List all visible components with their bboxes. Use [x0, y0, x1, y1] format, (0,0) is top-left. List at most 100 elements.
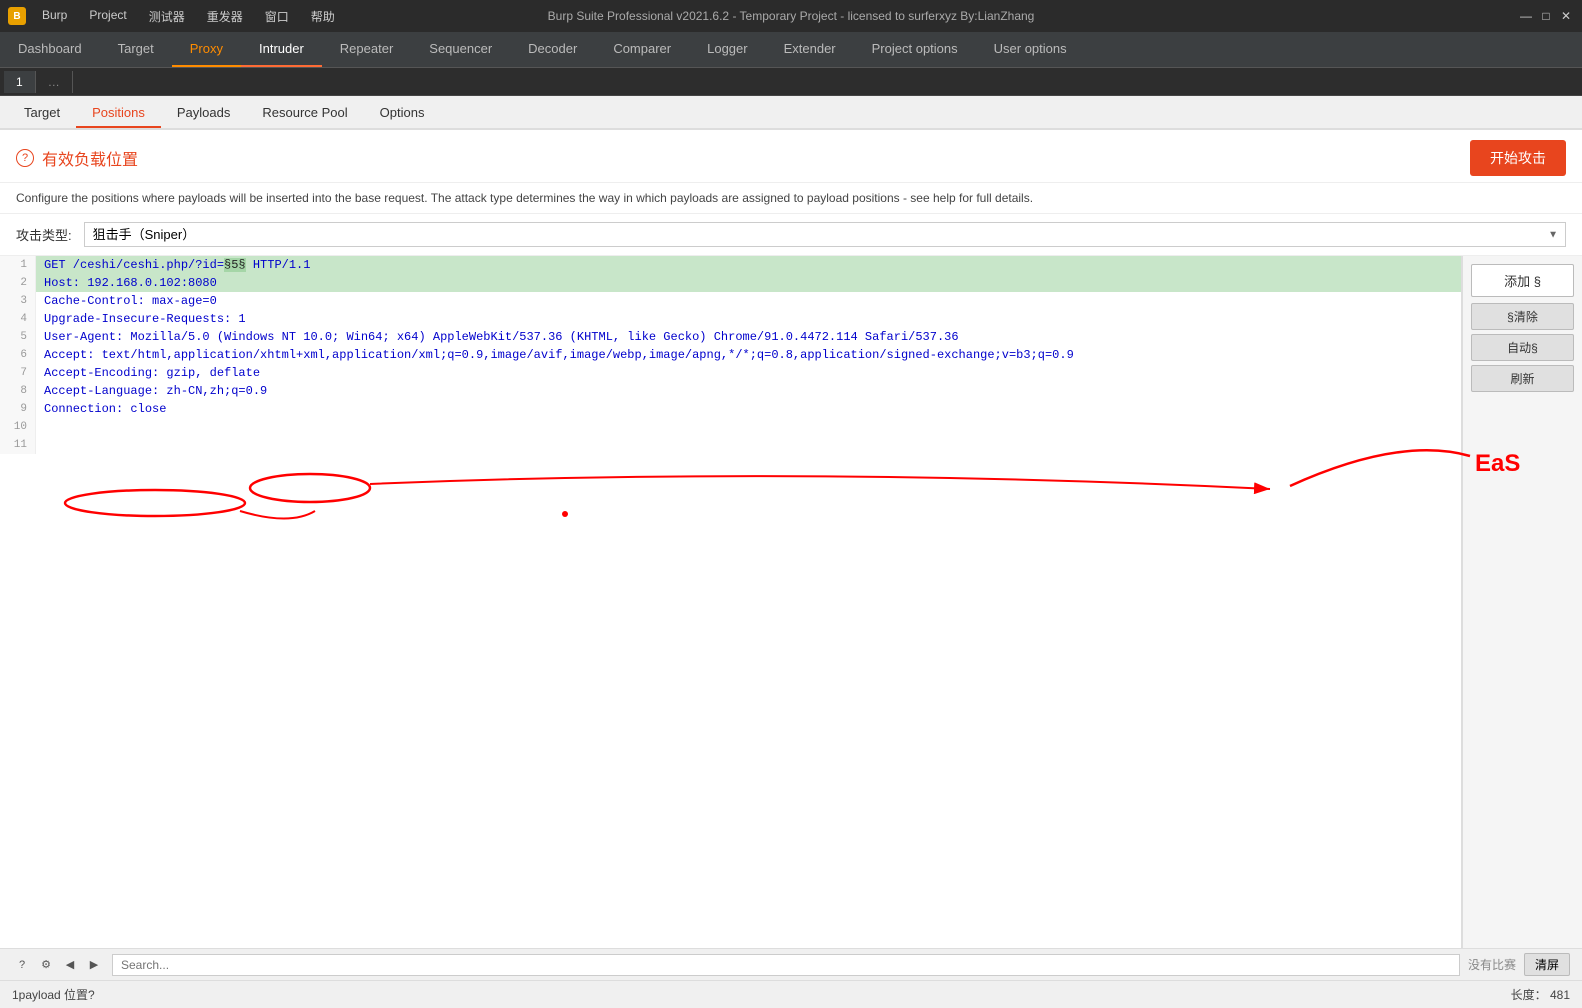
line-content — [36, 436, 1461, 454]
line-content: Connection: close — [36, 400, 1461, 418]
page-title: 有效负载位置 — [42, 146, 138, 170]
nav-user-options[interactable]: User options — [976, 32, 1085, 67]
line-content: Upgrade-Insecure-Requests: 1 — [36, 310, 1461, 328]
minimize-button[interactable]: — — [1518, 8, 1534, 24]
attack-type-select[interactable]: 狙击手（Sniper）攻城槌（Battering Ram）音叉（Pitchfor… — [84, 222, 1566, 247]
right-panel: 添加 § §清除 自动§ 刷新 — [1462, 256, 1582, 948]
auto-payload-button[interactable]: 自动§ — [1471, 334, 1574, 361]
nav-logger[interactable]: Logger — [689, 32, 765, 67]
payload-marker: §5§ — [224, 258, 246, 272]
line-content: GET /ceshi/ceshi.php/?id=§5§ HTTP/1.1 — [36, 256, 1461, 274]
start-attack-button[interactable]: 开始攻击 — [1470, 140, 1566, 176]
line-row: 7Accept-Encoding: gzip, deflate — [0, 364, 1461, 382]
line-number: 2 — [0, 274, 36, 292]
titlebar: B Burp Project 测试器 重发器 窗口 帮助 Burp Suite … — [0, 0, 1582, 32]
line-row: 9Connection: close — [0, 400, 1461, 418]
maximize-button[interactable]: □ — [1538, 8, 1554, 24]
length-info: 长度： 481 — [1511, 986, 1570, 1003]
line-row: 2Host: 192.168.0.102:8080 — [0, 274, 1461, 292]
line-number: 7 — [0, 364, 36, 382]
subtab-resource-pool[interactable]: Resource Pool — [246, 99, 363, 128]
nav-dashboard[interactable]: Dashboard — [0, 32, 100, 67]
length-label: 长度： — [1511, 988, 1547, 1002]
intruder-tab-dots[interactable]: … — [36, 71, 73, 93]
menu-test[interactable]: 测试器 — [139, 6, 195, 27]
menu-window[interactable]: 窗口 — [255, 6, 299, 27]
page-header: ? 有效负载位置 开始攻击 — [0, 130, 1582, 183]
clear-payload-button[interactable]: §清除 — [1471, 303, 1574, 330]
line-content — [36, 418, 1461, 436]
attack-type-label: 攻击类型: — [16, 225, 72, 244]
subtab-options[interactable]: Options — [364, 99, 441, 128]
nav-target[interactable]: Target — [100, 32, 172, 67]
line-number: 11 — [0, 436, 36, 454]
length-value: 481 — [1550, 988, 1570, 1002]
info-bar: 1payload 位置? 长度： 481 — [0, 980, 1582, 1008]
intruder-tab-1[interactable]: 1 — [4, 71, 36, 93]
subtab-target[interactable]: Target — [8, 99, 76, 128]
forward-icon[interactable]: ▶ — [84, 955, 104, 975]
line-number: 10 — [0, 418, 36, 436]
line-number: 3 — [0, 292, 36, 310]
close-button[interactable]: ✕ — [1558, 8, 1574, 24]
line-content: Accept-Language: zh-CN,zh;q=0.9 — [36, 382, 1461, 400]
line-content: User-Agent: Mozilla/5.0 (Windows NT 10.0… — [36, 328, 1461, 346]
nav-extender[interactable]: Extender — [766, 32, 854, 67]
line-number: 1 — [0, 256, 36, 274]
line-content: Cache-Control: max-age=0 — [36, 292, 1461, 310]
status-icons: ? ⚙ ◀ ▶ — [12, 955, 104, 975]
status-bar: ? ⚙ ◀ ▶ 没有比赛 清屏 — [0, 948, 1582, 980]
window-title: Burp Suite Professional v2021.6.2 - Temp… — [548, 9, 1035, 23]
request-editor[interactable]: 1GET /ceshi/ceshi.php/?id=§5§ HTTP/1.12H… — [0, 256, 1462, 948]
line-row: 6Accept: text/html,application/xhtml+xml… — [0, 346, 1461, 364]
window-controls: — □ ✕ — [1518, 8, 1574, 24]
line-content: Host: 192.168.0.102:8080 — [36, 274, 1461, 292]
line-number: 6 — [0, 346, 36, 364]
menu-help[interactable]: 帮助 — [301, 6, 345, 27]
line-number: 9 — [0, 400, 36, 418]
line-row: 1GET /ceshi/ceshi.php/?id=§5§ HTTP/1.1 — [0, 256, 1461, 274]
line-row: 5User-Agent: Mozilla/5.0 (Windows NT 10.… — [0, 328, 1461, 346]
no-match-label: 没有比赛 — [1468, 956, 1516, 973]
search-input[interactable] — [112, 954, 1460, 976]
main-navigation: Dashboard Target Proxy Intruder Repeater… — [0, 32, 1582, 68]
nav-decoder[interactable]: Decoder — [510, 32, 595, 67]
nav-project-options[interactable]: Project options — [854, 32, 976, 67]
line-row: 3Cache-Control: max-age=0 — [0, 292, 1461, 310]
intruder-tab-bar: 1 … — [0, 68, 1582, 96]
refresh-button[interactable]: 刷新 — [1471, 365, 1574, 392]
attack-type-row: 攻击类型: 狙击手（Sniper）攻城槌（Battering Ram）音叉（Pi… — [0, 214, 1582, 256]
sub-navigation: Target Positions Payloads Resource Pool … — [0, 96, 1582, 130]
menu-burp[interactable]: Burp — [32, 6, 77, 27]
main-content: ? 有效负载位置 开始攻击 Configure the positions wh… — [0, 130, 1582, 948]
line-number: 4 — [0, 310, 36, 328]
line-row: 8Accept-Language: zh-CN,zh;q=0.9 — [0, 382, 1461, 400]
attack-type-select-wrapper: 狙击手（Sniper）攻城槌（Battering Ram）音叉（Pitchfor… — [84, 222, 1566, 247]
line-content: Accept: text/html,application/xhtml+xml,… — [36, 346, 1461, 364]
settings-icon[interactable]: ⚙ — [36, 955, 56, 975]
subtab-payloads[interactable]: Payloads — [161, 99, 246, 128]
burp-logo: B — [8, 7, 26, 25]
add-payload-button[interactable]: 添加 § — [1471, 264, 1574, 297]
help-status-icon[interactable]: ? — [12, 955, 32, 975]
menu-project[interactable]: Project — [79, 6, 136, 27]
editor-wrapper: 1GET /ceshi/ceshi.php/?id=§5§ HTTP/1.12H… — [0, 256, 1582, 948]
back-icon[interactable]: ◀ — [60, 955, 80, 975]
line-number: 5 — [0, 328, 36, 346]
line-row: 11 — [0, 436, 1461, 454]
nav-comparer[interactable]: Comparer — [595, 32, 689, 67]
line-number: 8 — [0, 382, 36, 400]
nav-intruder[interactable]: Intruder — [241, 32, 322, 67]
subtab-positions[interactable]: Positions — [76, 99, 161, 128]
payload-count-label: 1payload 位置? — [12, 986, 95, 1003]
line-content: Accept-Encoding: gzip, deflate — [36, 364, 1461, 382]
line-row: 4Upgrade-Insecure-Requests: 1 — [0, 310, 1461, 328]
clear-screen-button[interactable]: 清屏 — [1524, 953, 1570, 976]
menu-bar: Burp Project 测试器 重发器 窗口 帮助 — [32, 6, 345, 27]
menu-resend[interactable]: 重发器 — [197, 6, 253, 27]
nav-proxy[interactable]: Proxy — [172, 32, 241, 67]
help-icon[interactable]: ? — [16, 149, 34, 167]
nav-sequencer[interactable]: Sequencer — [411, 32, 510, 67]
nav-repeater[interactable]: Repeater — [322, 32, 411, 67]
page-description: Configure the positions where payloads w… — [0, 183, 1582, 214]
